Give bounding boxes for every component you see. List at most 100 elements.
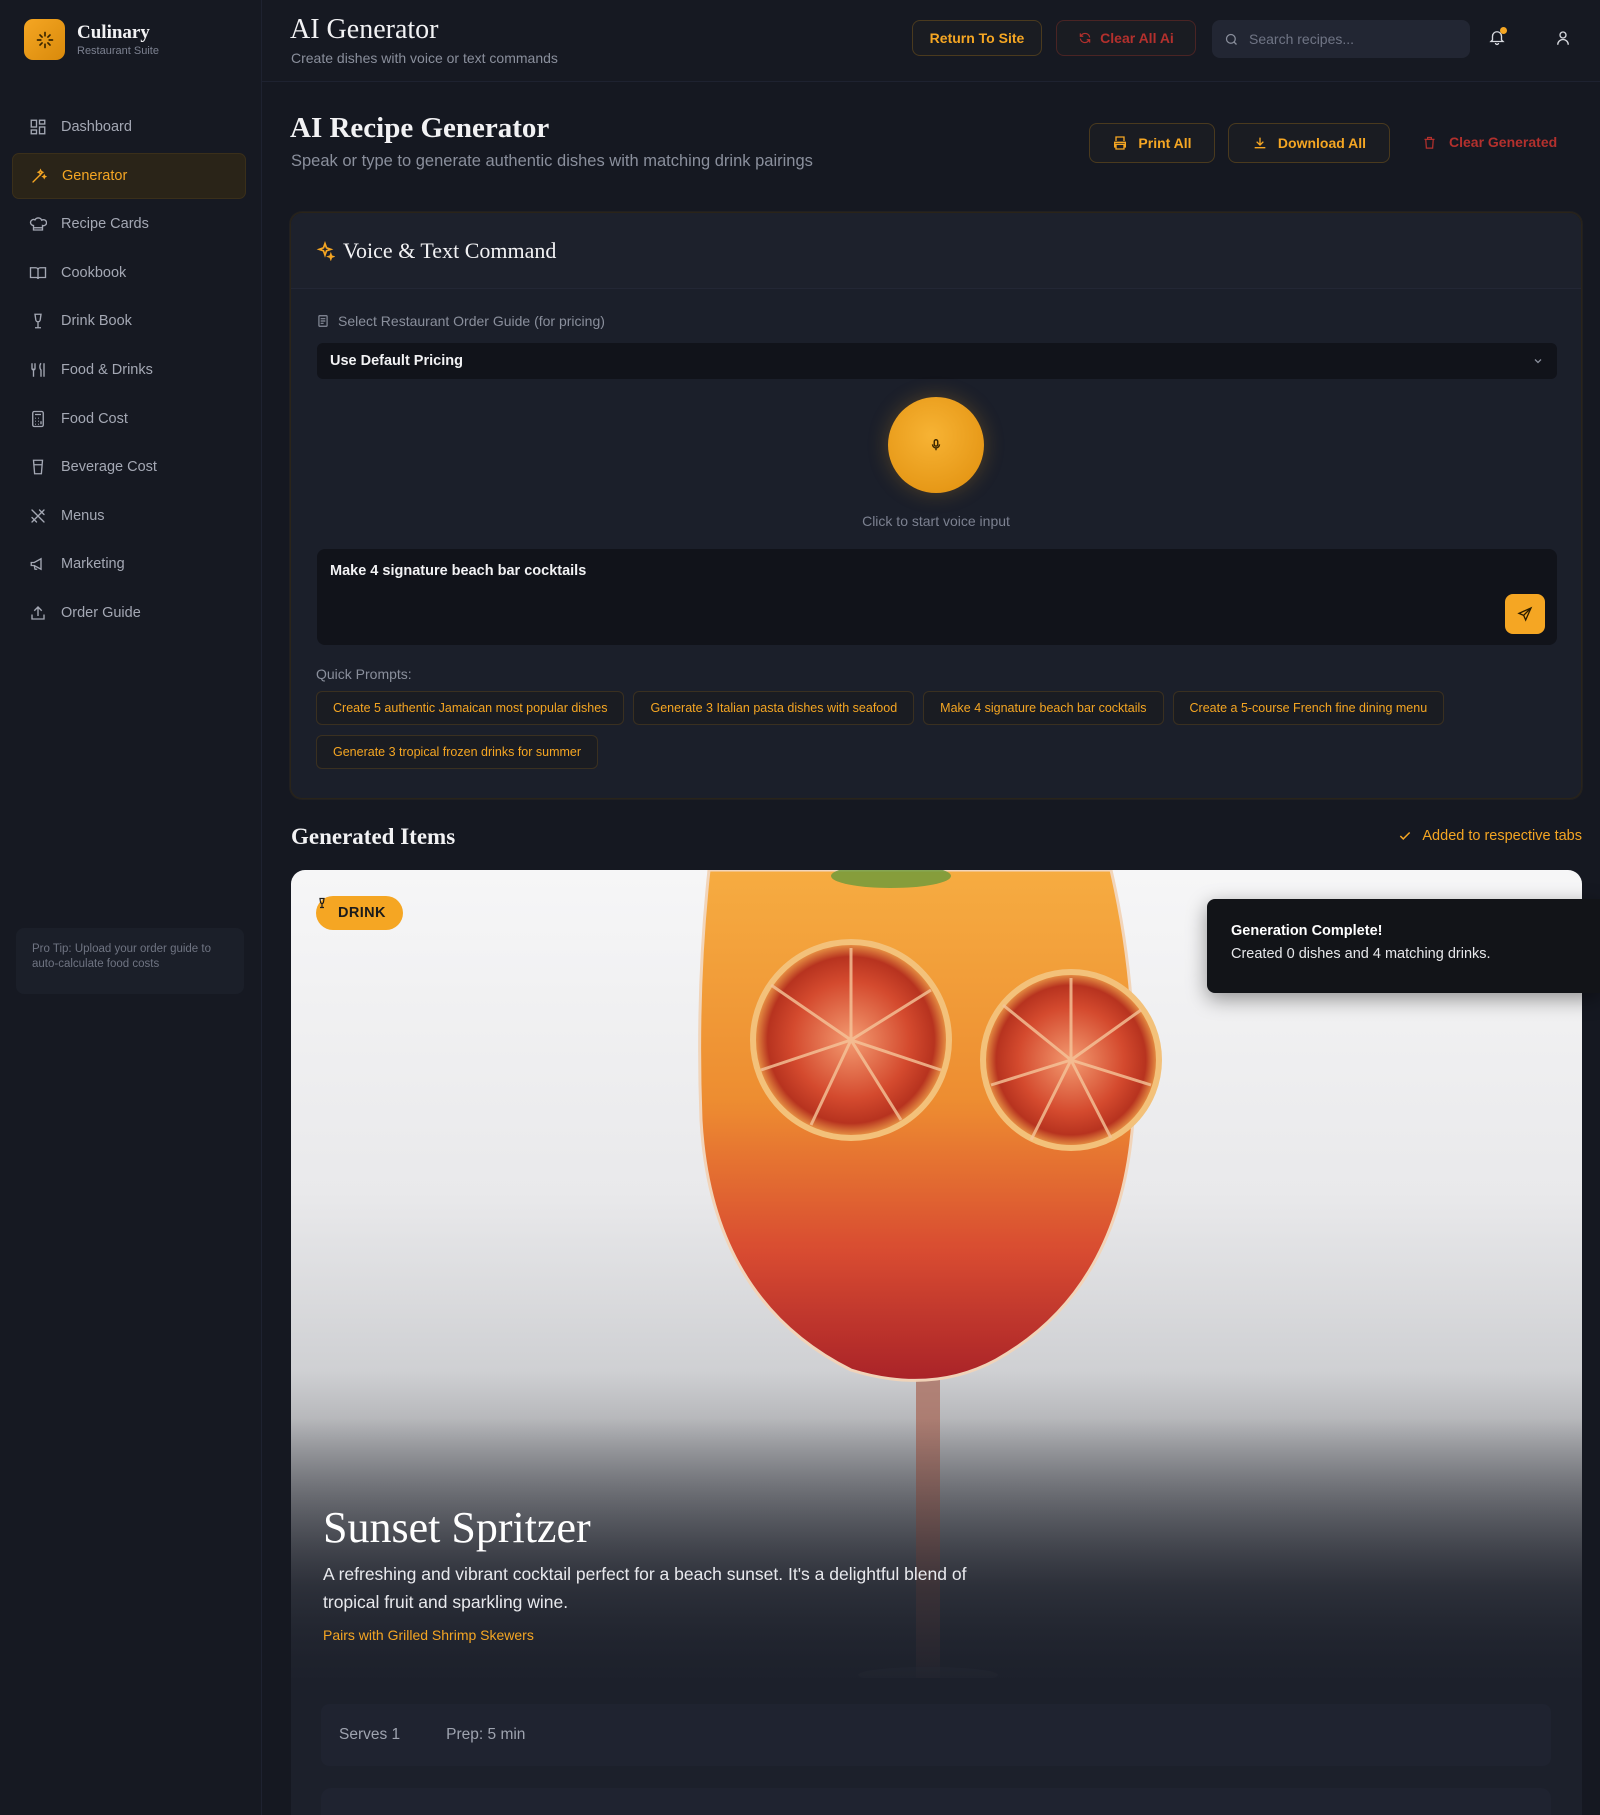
download-all-button[interactable]: Download All xyxy=(1228,123,1390,163)
printer-icon xyxy=(1112,135,1128,151)
refresh-icon xyxy=(1078,31,1092,45)
search-icon xyxy=(1224,32,1239,47)
book-open-icon xyxy=(28,263,48,283)
sidebar-item-label: Dashboard xyxy=(61,119,132,135)
quick-prompt-chip[interactable]: Create a 5-course French fine dining men… xyxy=(1172,691,1445,725)
sidebar-item-label: Food Cost xyxy=(61,410,128,427)
clear-generated-button[interactable]: Clear Generated xyxy=(1422,134,1557,150)
bell-icon xyxy=(1488,31,1506,50)
sidebar-item-food-drinks[interactable]: Food & Drinks xyxy=(12,347,246,393)
notifications-button[interactable] xyxy=(1488,27,1510,50)
search-box[interactable] xyxy=(1212,20,1470,58)
wand-icon xyxy=(29,166,49,186)
top-header: AI Generator Create dishes with voice or… xyxy=(262,0,1600,82)
generated-item-card[interactable]: DRINK Sunset Spritzer A refreshing and v… xyxy=(291,870,1582,1815)
page-title: AI Recipe Generator xyxy=(290,112,550,144)
sidebar-item-order-guide[interactable]: Order Guide xyxy=(12,590,246,636)
check-icon xyxy=(1398,829,1412,843)
quick-prompts: Create 5 authentic Jamaican most popular… xyxy=(316,691,1566,779)
toast-title: Generation Complete! xyxy=(1231,923,1383,939)
sidebar-nav: Dashboard Generator Recipe Cards Cookboo… xyxy=(12,104,246,639)
print-all-label: Print All xyxy=(1138,135,1192,151)
sidebar-item-cookbook[interactable]: Cookbook xyxy=(12,250,246,296)
chef-hat-icon xyxy=(28,214,48,234)
return-to-site-button[interactable]: Return To Site xyxy=(912,20,1042,56)
order-guide-label-text: Select Restaurant Order Guide (for prici… xyxy=(338,313,605,329)
quick-prompt-chip[interactable]: Generate 3 Italian pasta dishes with sea… xyxy=(633,691,915,725)
sidebar-item-menus[interactable]: Menus xyxy=(12,493,246,539)
sidebar-item-food-cost[interactable]: Food Cost xyxy=(12,396,246,442)
user-profile-button[interactable] xyxy=(1554,29,1572,52)
generation-complete-toast[interactable]: Generation Complete! Created 0 dishes an… xyxy=(1207,899,1600,993)
sidebar-item-label: Drink Book xyxy=(61,313,132,330)
sidebar-item-label: Beverage Cost xyxy=(61,459,157,476)
pro-tip: Pro Tip: Upload your order guide to auto… xyxy=(16,928,244,994)
order-guide-select[interactable]: Use Default Pricing xyxy=(317,343,1557,379)
calculator-icon xyxy=(28,409,48,429)
send-icon xyxy=(1517,606,1533,622)
megaphone-icon xyxy=(28,554,48,574)
details-panel xyxy=(321,1788,1551,1815)
card-title: Voice & Text Command xyxy=(343,237,557,263)
added-to-tabs-text: Added to respective tabs xyxy=(1422,828,1582,844)
search-input[interactable] xyxy=(1249,31,1449,47)
order-guide-value: Use Default Pricing xyxy=(330,353,463,369)
sidebar-item-dashboard[interactable]: Dashboard xyxy=(12,104,246,150)
voice-input-button[interactable] xyxy=(888,397,984,493)
sidebar-item-label: Marketing xyxy=(61,556,125,573)
serves-stat: Serves 1 xyxy=(339,1726,401,1743)
sidebar-item-label: Food & Drinks xyxy=(61,361,153,378)
sidebar-item-label: Menus xyxy=(61,507,105,524)
command-textarea[interactable]: Make 4 signature beach bar cocktails xyxy=(317,549,1557,645)
header-subtitle: Create dishes with voice or text command… xyxy=(291,50,558,66)
sidebar-item-label: Order Guide xyxy=(61,604,141,621)
drink-name: Sunset Spritzer xyxy=(323,1503,591,1552)
notification-dot xyxy=(1500,27,1507,34)
download-icon xyxy=(1252,135,1268,151)
sidebar-item-label: Cookbook xyxy=(61,264,127,281)
drink-stats: Serves 1 Prep: 5 min xyxy=(321,1704,1551,1766)
drink-description: A refreshing and vibrant cocktail perfec… xyxy=(323,1564,967,1612)
user-icon xyxy=(1554,31,1572,51)
brand[interactable]: Culinary Restaurant Suite xyxy=(24,19,159,60)
header-title: AI Generator xyxy=(290,14,439,45)
cutlery-cross-icon xyxy=(28,506,48,526)
sidebar-item-drink-book[interactable]: Drink Book xyxy=(12,298,246,344)
wine-glass-icon xyxy=(28,311,48,331)
utensils-icon xyxy=(28,360,48,380)
cup-icon xyxy=(28,457,48,477)
sparkles-logo-icon xyxy=(24,19,65,60)
download-all-label: Download All xyxy=(1277,135,1367,151)
document-icon xyxy=(316,314,330,328)
sparkles-icon xyxy=(315,240,335,261)
sidebar-item-generator[interactable]: Generator xyxy=(12,152,246,199)
toast-message: Created 0 dishes and 4 matching drinks. xyxy=(1231,946,1491,962)
send-button[interactable] xyxy=(1505,594,1545,634)
print-all-button[interactable]: Print All xyxy=(1089,123,1215,163)
drink-pairing[interactable]: Pairs with Grilled Shrimp Skewers xyxy=(323,1627,534,1643)
drink-badge: DRINK xyxy=(316,896,403,930)
card-header: Voice & Text Command xyxy=(291,213,1581,289)
generated-items-title: Generated Items xyxy=(291,824,456,849)
prep-time-stat: Prep: 5 min xyxy=(446,1726,526,1743)
drink-badge-label: DRINK xyxy=(338,905,386,921)
page-subtitle: Speak or type to generate authentic dish… xyxy=(291,152,813,170)
quick-prompt-chip[interactable]: Make 4 signature beach bar cocktails xyxy=(923,691,1164,725)
quick-prompt-chip[interactable]: Create 5 authentic Jamaican most popular… xyxy=(316,691,625,725)
sidebar-item-label: Generator xyxy=(62,167,128,184)
sidebar: Culinary Restaurant Suite Dashboard Gene… xyxy=(0,0,262,1815)
upload-icon xyxy=(28,603,48,623)
brand-subtitle: Restaurant Suite xyxy=(77,44,159,57)
clear-all-ai-button[interactable]: Clear All Ai xyxy=(1056,20,1196,56)
quick-prompt-chip[interactable]: Generate 3 tropical frozen drinks for su… xyxy=(316,735,599,769)
dashboard-icon xyxy=(28,117,48,137)
sidebar-item-marketing[interactable]: Marketing xyxy=(12,541,246,587)
chevron-down-icon xyxy=(1532,355,1544,367)
voice-input-caption: Click to start voice input xyxy=(862,513,1010,529)
order-guide-label: Select Restaurant Order Guide (for prici… xyxy=(316,313,605,329)
sidebar-item-recipe-cards[interactable]: Recipe Cards xyxy=(12,201,246,247)
voice-text-command-card: Voice & Text Command Select Restaurant O… xyxy=(290,212,1582,799)
sidebar-item-label: Recipe Cards xyxy=(61,216,149,233)
clear-all-ai-label: Clear All Ai xyxy=(1100,30,1174,46)
sidebar-item-beverage-cost[interactable]: Beverage Cost xyxy=(12,444,246,490)
